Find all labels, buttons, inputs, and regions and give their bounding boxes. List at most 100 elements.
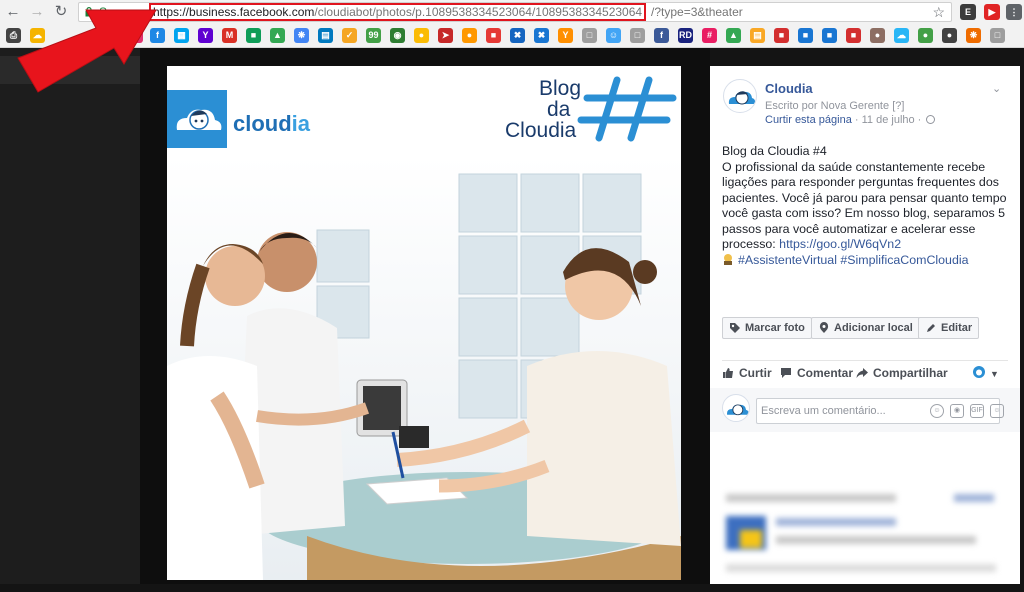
comment-button[interactable]: Comentar: [780, 364, 853, 382]
location-pin-icon: [819, 322, 829, 333]
like-page-link[interactable]: Curtir esta página: [765, 114, 852, 126]
bookmark-pinwheel-icon[interactable]: ❋: [294, 28, 309, 43]
post-link[interactable]: https://goo.gl/W6qVn2: [779, 237, 901, 251]
post-meta: Curtir esta página · 11 de julho ·: [765, 114, 936, 126]
page-avatar[interactable]: [723, 79, 757, 113]
edit-label: Editar: [941, 322, 973, 334]
blog-title-line-2: da: [547, 98, 571, 121]
bookmark-arrow-icon[interactable]: ➤: [438, 28, 453, 43]
written-by-line: Escrito por Nova Gerente [?]: [765, 100, 904, 112]
cloudia-logo-box: [167, 90, 227, 148]
bookmark-page2-icon[interactable]: □: [630, 28, 645, 43]
commenter-avatar: [722, 394, 750, 422]
bookmark-red3-icon[interactable]: ■: [846, 28, 861, 43]
address-bar[interactable]: Seguro https://business.facebook.com/clo…: [78, 2, 952, 22]
sticker-icon[interactable]: ☺: [990, 404, 1004, 418]
red-arrow-annotation-icon: [17, 9, 157, 93]
blog-title-line-3: Cloudia: [505, 119, 577, 142]
post-hashtags[interactable]: #AssistenteVirtual #SimplificaComCloudia: [738, 253, 968, 267]
bookmark-blue2-icon[interactable]: ■: [798, 28, 813, 43]
bookmark-drive2-icon[interactable]: ▲: [726, 28, 741, 43]
camera-icon[interactable]: ◉: [950, 404, 964, 418]
bookmark-windows-icon[interactable]: ▦: [174, 28, 189, 43]
post-photo[interactable]: cloudia Blog da Cloudia: [167, 66, 681, 580]
pencil-icon: [927, 324, 935, 332]
url-path: /cloudiabot/photos/p.1089538334523064/10…: [314, 5, 643, 19]
post-as-selector[interactable]: ▼: [972, 364, 999, 383]
bookmark-page3-icon[interactable]: □: [990, 28, 1005, 43]
share-button[interactable]: Compartilhar: [856, 364, 948, 382]
bookmark-green2-icon[interactable]: ●: [918, 28, 933, 43]
comment-bubble-icon: [781, 368, 791, 378]
gif-icon[interactable]: GIF: [970, 404, 984, 418]
bookmark-page-icon[interactable]: □: [582, 28, 597, 43]
bookmark-circle-icon[interactable]: ●: [414, 28, 429, 43]
bookmark-dark-icon[interactable]: ●: [942, 28, 957, 43]
post-date[interactable]: 11 de julho: [862, 114, 915, 126]
bookmark-analytics-icon[interactable]: ▤: [750, 28, 765, 43]
cloudia-logo-text: cloudia: [233, 111, 310, 137]
url-host: https://business.facebook.com: [153, 5, 315, 19]
comment-composer: Escreva um comentário... ☺ ◉ GIF ☺: [710, 388, 1020, 432]
bookmark-evernote-icon[interactable]: ◉: [390, 28, 405, 43]
left-backdrop: [0, 48, 140, 584]
url-query: /?type=3&theater: [651, 5, 743, 19]
bookmark-99-icon[interactable]: 99: [366, 28, 381, 43]
post-text-title: Blog da Cloudia #4: [722, 144, 827, 158]
bookmark-blue-x2-icon[interactable]: ✖: [534, 28, 549, 43]
tag-photo-button[interactable]: Marcar foto: [722, 317, 812, 339]
written-by-text: Escrito por Nova Gerente: [765, 100, 890, 112]
bookmark-trello-icon[interactable]: ▤: [318, 28, 333, 43]
post-text: Blog da Cloudia #4 O profissional da saú…: [722, 144, 1012, 268]
bookmark-check-icon[interactable]: ✓: [342, 28, 357, 43]
assistant-emoji-icon: [724, 253, 732, 265]
bookmark-rd-icon[interactable]: RD: [678, 28, 693, 43]
bookmark-gmail-icon[interactable]: M: [222, 28, 237, 43]
logo-brand-a: cloud: [233, 111, 292, 136]
thumbs-up-icon: [723, 368, 733, 378]
chrome-menu-icon[interactable]: ⋮: [1006, 4, 1022, 20]
share-label: Compartilhar: [873, 366, 948, 380]
blurred-content: [710, 486, 1020, 584]
bookmark-bot-icon[interactable]: ☺: [606, 28, 621, 43]
bookmark-brown-icon[interactable]: ●: [870, 28, 885, 43]
written-by-help[interactable]: [?]: [892, 100, 904, 112]
bookmark-red-icon[interactable]: ■: [486, 28, 501, 43]
bookmark-orange-icon[interactable]: ●: [462, 28, 477, 43]
post-as-avatar-icon: [973, 366, 985, 378]
bookmark-slack-icon[interactable]: #: [702, 28, 717, 43]
page-name-link[interactable]: Cloudia: [765, 81, 813, 96]
commenter-avatar-icon: [727, 404, 749, 416]
like-label: Curtir: [739, 366, 772, 380]
like-button[interactable]: Curtir: [722, 364, 772, 382]
bookmark-lightblue-icon[interactable]: ☁: [894, 28, 909, 43]
bookmark-star-icon[interactable]: ☆: [932, 3, 945, 21]
bookmark-blue3-icon[interactable]: ■: [822, 28, 837, 43]
blog-title: Blog da Cloudia: [503, 78, 623, 141]
bookmark-red2-icon[interactable]: ■: [774, 28, 789, 43]
emoji-icon[interactable]: ☺: [930, 404, 944, 418]
bookmark-green-icon[interactable]: ■: [246, 28, 261, 43]
reactions-divider: [722, 360, 1008, 361]
bookmark-facebook-icon[interactable]: f: [654, 28, 669, 43]
tag-photo-label: Marcar foto: [745, 322, 805, 334]
comment-input[interactable]: Escreva um comentário... ☺ ◉ GIF ☺: [756, 398, 1004, 424]
bookmark-blue-x-icon[interactable]: ✖: [510, 28, 525, 43]
post-options-chevron-icon[interactable]: ⌄: [992, 82, 1001, 95]
extension-evernote-icon[interactable]: E: [960, 4, 976, 20]
bookmark-orange2-icon[interactable]: ❋: [966, 28, 981, 43]
comment-placeholder: Escreva um comentário...: [761, 405, 886, 417]
url-highlight[interactable]: https://business.facebook.com/cloudiabot…: [149, 3, 647, 21]
public-globe-icon: [926, 115, 936, 124]
tag-icon: [730, 323, 740, 333]
add-location-button[interactable]: Adicionar local: [811, 317, 920, 339]
bookmark-y-icon[interactable]: Y: [558, 28, 573, 43]
cloudia-avatar-icon: [728, 91, 756, 105]
bookmark-drive-icon[interactable]: ▲: [270, 28, 285, 43]
extension-youtube-icon[interactable]: ▶: [984, 4, 1000, 20]
edit-button[interactable]: Editar: [918, 317, 980, 339]
meta-separator-2: ·: [914, 114, 925, 126]
logo-brand-b: ia: [291, 111, 311, 136]
screen: ← → ↻ Seguro https://business.facebook.c…: [0, 0, 1024, 592]
bookmark-yahoo-icon[interactable]: Y: [198, 28, 213, 43]
